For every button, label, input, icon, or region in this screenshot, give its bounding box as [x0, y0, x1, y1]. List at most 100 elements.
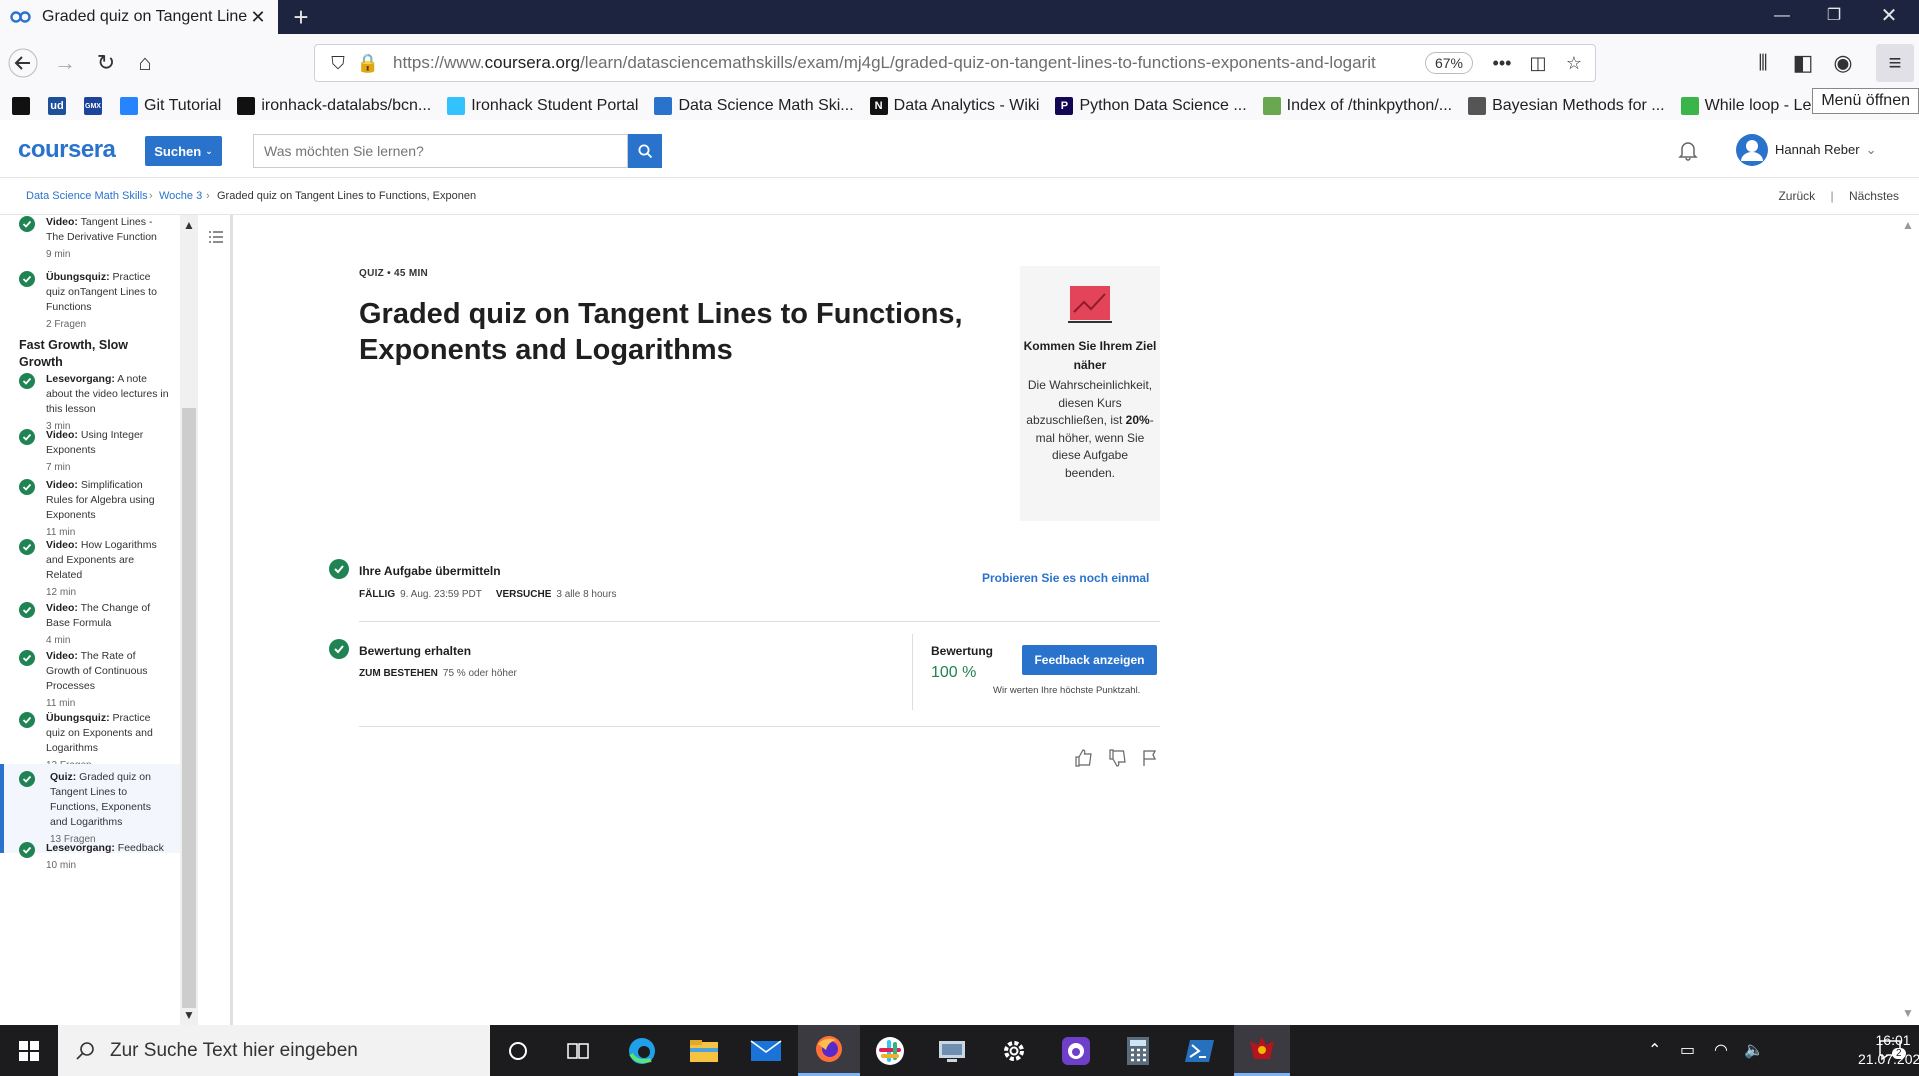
powershell-icon[interactable] [1182, 1033, 1218, 1069]
bookmark-item[interactable]: Data Science Math Ski... [654, 97, 854, 115]
bookmark-item[interactable]: GMX [84, 97, 108, 115]
more-actions-icon[interactable]: ••• [1487, 53, 1517, 74]
check-circle-icon [19, 429, 35, 445]
user-menu[interactable]: Hannah Reber ⌄ [1775, 142, 1876, 158]
address-bar[interactable]: ⛉ 🔒 https://www.coursera.org/learn/datas… [314, 44, 1596, 82]
scroll-up-arrow-icon[interactable]: ▲ [183, 218, 195, 232]
bookmark-item[interactable]: Index of /thinkpython/... [1262, 97, 1452, 115]
sidebar-item[interactable]: Video: The Rate of Growth of Continuous … [0, 649, 180, 711]
home-icon[interactable]: ⌂ [126, 44, 164, 82]
breadcrumb-course[interactable]: Data Science Math Skills [26, 190, 148, 202]
bookmark-item[interactable]: N Data Analytics - Wiki [869, 97, 1039, 115]
retry-link[interactable]: Probieren Sie es noch einmal [982, 571, 1149, 585]
windows-start-button[interactable] [0, 1025, 58, 1076]
remote-desktop-icon[interactable] [934, 1033, 970, 1069]
minimize-window-button[interactable]: — [1757, 0, 1807, 34]
flag-icon[interactable] [1140, 748, 1160, 768]
view-feedback-button[interactable]: Feedback anzeigen [1022, 645, 1157, 675]
sidebar-item[interactable]: Quiz: Graded quiz on Tangent Lines to Fu… [0, 764, 180, 853]
taskbar-search-box[interactable]: Zur Suche Text hier eingeben [58, 1025, 490, 1076]
scroll-down-arrow-icon[interactable]: ▼ [183, 1008, 195, 1022]
breadcrumb-current: Graded quiz on Tangent Lines to Function… [217, 190, 477, 202]
restore-window-button[interactable]: ❐ [1809, 0, 1859, 34]
bookmark-item[interactable]: ud [48, 97, 72, 115]
slack-icon[interactable] [872, 1033, 908, 1069]
wifi-icon[interactable]: ◠ [1714, 1040, 1728, 1060]
sidebar-item[interactable]: Video: Simplification Rules for Algebra … [0, 478, 180, 540]
library-icon[interactable]: ⫴ [1744, 44, 1782, 82]
notification-bell-icon[interactable] [1676, 138, 1700, 162]
coursera-logo[interactable]: coursera [18, 136, 116, 164]
sidebar-item-meta: 7 min [46, 462, 71, 473]
user-icon [1741, 140, 1763, 161]
url-text[interactable]: https://www.coursera.org/learn/datascien… [393, 53, 1425, 73]
previous-button[interactable]: Zurück [1778, 189, 1815, 203]
sidebar-item[interactable]: Video: The Change of Base Formula 4 min [0, 601, 180, 648]
sidebar-item[interactable]: Lesevorgang: A note about the video lect… [0, 372, 180, 434]
sidebar-item-meta: 12 min [46, 587, 77, 598]
task-view-icon[interactable] [560, 1033, 596, 1069]
thumbs-up-icon[interactable] [1074, 748, 1094, 768]
sidebar-item[interactable]: Video: Tangent Lines - The Derivative Fu… [0, 215, 180, 262]
volume-icon[interactable]: 🔈 [1744, 1040, 1764, 1060]
bookmark-star-icon[interactable]: ☆ [1559, 53, 1589, 74]
bookmark-item[interactable]: Git Tutorial [120, 97, 221, 115]
avatar[interactable] [1736, 134, 1768, 166]
sidebar-item-label: Übungsquiz: Practice quiz on Exponents a… [46, 712, 153, 754]
plant-icon [1262, 97, 1281, 115]
browser-nav-bar: → ↻ ⌂ ⛉ 🔒 https://www.coursera.org/learn… [0, 34, 1919, 92]
sidebar-scrollbar-thumb[interactable] [182, 408, 196, 1008]
mail-icon[interactable] [748, 1033, 784, 1069]
battery-icon[interactable]: ▭ [1680, 1040, 1695, 1060]
search-input[interactable] [253, 134, 628, 168]
goal-description: Die Wahrscheinlichkeit, diesen Kurs abzu… [1026, 378, 1154, 480]
sidebar-item[interactable]: Übungsquiz: Practice quiz onTangent Line… [0, 270, 180, 332]
bookmark-item[interactable]: P Python Data Science ... [1055, 97, 1247, 115]
new-tab-button[interactable]: + [286, 2, 316, 32]
browser-tab-active[interactable]: Graded quiz on Tangent Lines t ✕ [0, 0, 278, 34]
firefox-icon[interactable] [798, 1025, 860, 1076]
breadcrumb-week[interactable]: Woche 3 [159, 190, 202, 202]
sidebar-toggle-icon[interactable]: ◧ [1784, 44, 1822, 82]
tray-chevron-up-icon[interactable]: ⌃ [1648, 1040, 1661, 1060]
close-tab-icon[interactable]: ✕ [248, 7, 268, 28]
divider [359, 726, 1160, 727]
close-window-button[interactable]: ✕ [1864, 0, 1914, 34]
app-red-icon[interactable] [1234, 1025, 1290, 1076]
bookmark-item[interactable] [12, 97, 36, 115]
divider [359, 621, 1160, 622]
search-button[interactable] [628, 134, 662, 168]
file-explorer-icon[interactable] [686, 1033, 722, 1069]
sidebar-divider [198, 215, 233, 1025]
bookmark-item[interactable]: Bayesian Methods for ... [1468, 97, 1665, 115]
atlassian-icon [120, 97, 138, 115]
sidebar-item[interactable]: Video: How Logarithms and Exponents are … [0, 538, 180, 600]
sidebar-item[interactable]: Video: Using Integer Exponents 7 min [0, 428, 180, 475]
shield-icon[interactable]: ⛉ [323, 53, 353, 74]
lock-icon[interactable]: 🔒 [353, 53, 383, 74]
page-scroll-up-icon[interactable]: ▲ [1902, 218, 1914, 232]
edge-icon[interactable] [624, 1033, 660, 1069]
browse-button[interactable]: Suchen ⌄ [145, 136, 222, 166]
zoom-level-badge[interactable]: 67% [1424, 52, 1473, 74]
sidebar-item[interactable]: Lesevorgang: Feedback 10 min [0, 841, 180, 873]
cortana-icon[interactable] [500, 1033, 536, 1069]
goal-card: Kommen Sie Ihrem Ziel näher Die Wahrsche… [1020, 266, 1160, 521]
pocket-icon[interactable]: ◫ [1523, 53, 1553, 74]
thumbs-down-icon[interactable] [1108, 748, 1128, 768]
page-scroll-down-icon[interactable]: ▼ [1902, 1006, 1914, 1020]
next-button[interactable]: Nächstes [1849, 189, 1899, 203]
notification-center-icon[interactable]: 2 [1878, 1039, 1906, 1066]
calculator-icon[interactable] [1120, 1033, 1156, 1069]
bookmark-item[interactable]: Ironhack Student Portal [447, 97, 638, 115]
forward-arrow-icon[interactable]: → [46, 44, 84, 82]
github-desktop-icon[interactable] [1058, 1033, 1094, 1069]
settings-gear-icon[interactable] [996, 1033, 1032, 1069]
reload-icon[interactable]: ↻ [87, 44, 125, 82]
list-toggle-icon[interactable] [208, 229, 224, 245]
github-icon [12, 97, 30, 115]
hamburger-menu-icon[interactable]: ≡ [1876, 44, 1914, 82]
back-button[interactable] [4, 44, 42, 82]
bookmark-item[interactable]: ironhack-datalabs/bcn... [237, 97, 431, 115]
account-icon[interactable]: ◉ [1824, 44, 1862, 82]
